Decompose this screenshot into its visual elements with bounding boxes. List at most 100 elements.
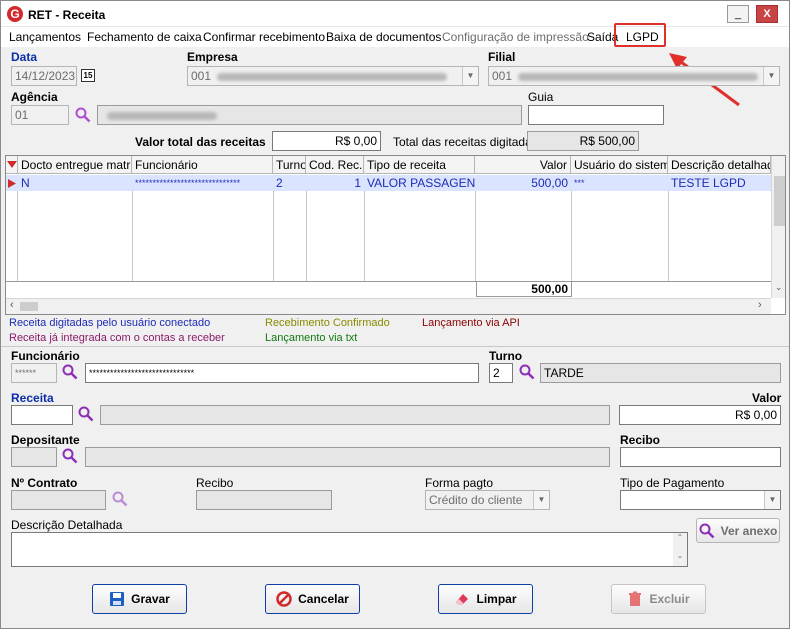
col-descricao[interactable]: Descrição detalhada (668, 156, 771, 174)
scroll-thumb[interactable] (774, 176, 785, 226)
recibo2-field (196, 490, 332, 510)
ver-anexo-button[interactable]: Ver anexo (696, 518, 780, 543)
search-icon[interactable] (62, 364, 78, 380)
cancelar-button[interactable]: Cancelar (265, 584, 360, 614)
valor-label: Valor (752, 391, 782, 405)
turno-code-field[interactable]: 2 (489, 363, 513, 383)
legend-integrada: Receita já integrada com o contas a rece… (9, 332, 225, 344)
gravar-label: Gravar (131, 592, 170, 606)
recibo-field[interactable] (620, 447, 781, 467)
receitas-grid[interactable]: Docto entregue matriz Funcionário Turno … (5, 155, 786, 315)
col-docto[interactable]: Docto entregue matriz (18, 156, 132, 174)
col-usuario[interactable]: Usuário do sistema (571, 156, 668, 174)
forma-pagto-label: Forma pagto (425, 476, 494, 490)
guia-field[interactable] (528, 105, 664, 125)
grid-horizontal-scrollbar[interactable]: ‹ › (6, 298, 771, 314)
guia-label: Guia (528, 90, 554, 104)
forma-pagto-select[interactable]: Crédito do cliente ▼ (425, 490, 550, 510)
search-icon[interactable] (519, 364, 535, 380)
excluir-button[interactable]: Excluir (611, 584, 706, 614)
recibo-label: Recibo (620, 433, 661, 447)
filial-select[interactable]: 001 ▼ (488, 66, 780, 86)
col-tipo-receita[interactable]: Tipo de receita (364, 156, 475, 174)
chevron-down-icon[interactable]: ▼ (763, 67, 779, 85)
funcionario-label: Funcionário (11, 349, 80, 363)
search-icon[interactable] (78, 406, 94, 422)
grid-indicator-header (6, 156, 18, 174)
chevron-down-icon[interactable]: ▼ (764, 491, 780, 509)
data-field[interactable]: 14/12/2023 (11, 66, 77, 86)
receita-code-field[interactable] (11, 405, 73, 425)
tipo-pagamento-select[interactable]: ▼ (620, 490, 781, 510)
search-icon[interactable] (75, 107, 91, 123)
turno-label: Turno (489, 349, 523, 363)
empresa-label: Empresa (187, 50, 238, 64)
eraser-icon (456, 594, 469, 605)
gravar-button[interactable]: Gravar (92, 584, 187, 614)
chevron-left-icon[interactable]: ‹ (10, 299, 14, 311)
app-logo-icon: G (7, 6, 23, 22)
recibo2-label: Recibo (196, 476, 234, 490)
col-valor[interactable]: Valor (475, 156, 571, 174)
chevron-down-icon[interactable]: ▼ (533, 491, 549, 509)
textarea-scrollbar[interactable]: ⌃ ⌄ (673, 533, 687, 566)
grid-footer (6, 281, 771, 297)
row-pointer-icon (8, 179, 16, 188)
menu-baixa-documentos[interactable]: Baixa de documentos (326, 30, 441, 44)
cell-valor: 500,00 (531, 176, 568, 190)
search-icon[interactable] (112, 491, 128, 507)
turno-name-field: TARDE (540, 363, 781, 383)
save-icon (110, 592, 125, 606)
cancelar-label: Cancelar (298, 592, 349, 606)
limpar-button[interactable]: Limpar (438, 584, 533, 614)
legend-conectado: Receita digitadas pelo usuário conectado (9, 317, 211, 329)
funcionario-code-field[interactable]: ****** (11, 363, 57, 383)
sort-down-icon (7, 161, 17, 168)
grid-vertical-scrollbar[interactable]: ⌄ (771, 156, 785, 298)
col-turno[interactable]: Turno (273, 156, 306, 174)
filial-label: Filial (488, 50, 516, 64)
contrato-field[interactable] (11, 490, 106, 510)
limpar-label: Limpar (476, 592, 517, 606)
valor-field[interactable]: R$ 0,00 (619, 405, 781, 425)
total-digitadas-field: R$ 500,00 (527, 131, 639, 151)
agencia-name-field (97, 105, 522, 125)
col-divider (668, 191, 669, 283)
ver-anexo-label: Ver anexo (720, 523, 778, 538)
chevron-right-icon[interactable]: › (758, 299, 762, 311)
chevron-down-icon[interactable]: ▼ (462, 67, 478, 85)
cell-funcionario: ****************************** (135, 178, 241, 188)
depositante-code-field[interactable] (11, 447, 57, 467)
calendar-icon[interactable]: 15 (81, 69, 95, 82)
minimize-button[interactable]: _ (727, 5, 749, 23)
cell-turno: 2 (276, 176, 283, 190)
col-funcionario[interactable]: Funcionário (132, 156, 273, 174)
valor-total-field[interactable]: R$ 0,00 (272, 131, 381, 151)
trash-icon (629, 591, 642, 606)
menu-lancamentos[interactable]: Lançamentos (9, 30, 81, 44)
receita-name-field (100, 405, 610, 425)
excluir-label: Excluir (649, 592, 690, 606)
scroll-thumb[interactable] (20, 302, 38, 311)
funcionario-name-field[interactable]: ****************************** (85, 363, 479, 383)
menu-fechamento-caixa[interactable]: Fechamento de caixa (87, 30, 202, 44)
col-divider (571, 191, 572, 283)
cell-descricao: TESTE LGPD (671, 176, 746, 190)
menu-configuracao-impressao[interactable]: Configuração de impressão (442, 30, 589, 44)
agencia-code-field[interactable]: 01 (11, 105, 69, 125)
chevron-down-icon[interactable]: ⌄ (775, 282, 783, 293)
close-button[interactable]: X (756, 5, 778, 23)
descricao-textarea[interactable]: ⌃ ⌄ (11, 532, 688, 567)
depositante-label: Depositante (11, 433, 80, 447)
lgpd-highlight-box (614, 23, 666, 47)
window-title: RET - Receita (28, 8, 106, 22)
cell-usuario: *** (574, 178, 585, 188)
empresa-select[interactable]: 001 ▼ (187, 66, 479, 86)
cell-cod-rec: 1 (354, 176, 361, 190)
legend-txt: Lançamento via txt (265, 332, 358, 344)
col-cod-rec[interactable]: Cod. Rec. (306, 156, 364, 174)
menu-confirmar-recebimento[interactable]: Confirmar recebimento (203, 30, 325, 44)
col-divider (306, 191, 307, 283)
search-icon[interactable] (62, 448, 78, 464)
title-bar: G RET - Receita _ X (1, 1, 789, 27)
